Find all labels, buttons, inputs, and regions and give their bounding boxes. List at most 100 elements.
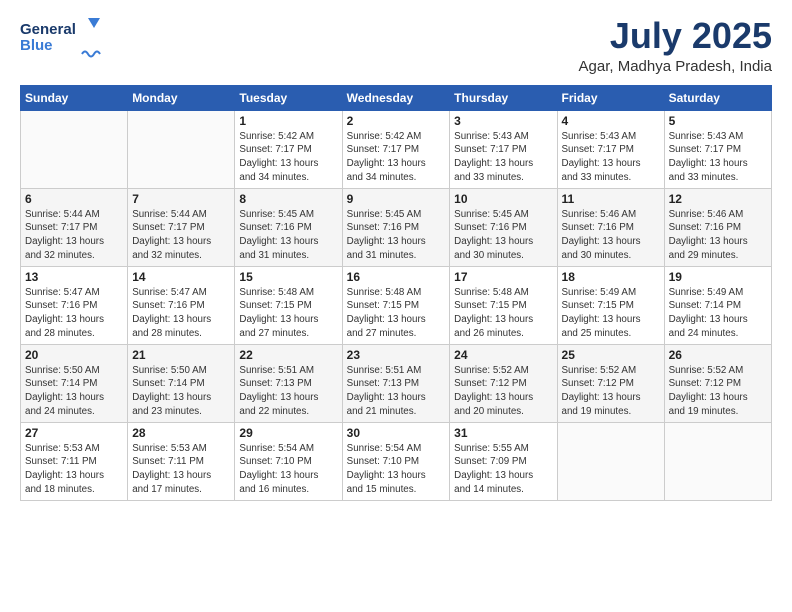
day-number: 27 xyxy=(25,426,123,440)
calendar-cell xyxy=(664,422,771,500)
calendar-cell: 17Sunrise: 5:48 AM Sunset: 7:15 PM Dayli… xyxy=(450,266,557,344)
day-number: 28 xyxy=(132,426,230,440)
day-info: Sunrise: 5:45 AM Sunset: 7:16 PM Dayligh… xyxy=(239,208,337,263)
day-info: Sunrise: 5:52 AM Sunset: 7:12 PM Dayligh… xyxy=(454,364,552,419)
day-info: Sunrise: 5:51 AM Sunset: 7:13 PM Dayligh… xyxy=(347,364,446,419)
day-info: Sunrise: 5:45 AM Sunset: 7:16 PM Dayligh… xyxy=(347,208,446,263)
title-section: July 2025 Agar, Madhya Pradesh, India xyxy=(579,16,772,75)
day-info: Sunrise: 5:45 AM Sunset: 7:16 PM Dayligh… xyxy=(454,208,552,263)
calendar-cell: 11 Sunrise: 5:46 AM Sunset: 7:16 PM Dayli… xyxy=(557,188,664,266)
location: Agar, Madhya Pradesh, India xyxy=(579,58,772,75)
day-number: 31 xyxy=(454,426,552,440)
calendar-cell: 31 Sunrise: 5:55 AM Sunset: 7:09 PM Dayli… xyxy=(450,422,557,500)
day-info: Sunrise: 5:46 AM Sunset: 7:16 PM Dayligh… xyxy=(562,208,660,263)
day-info: Sunrise: 5:42 AM Sunset: 7:17 PM Dayligh… xyxy=(239,130,337,185)
calendar-cell: 4 Sunrise: 5:43 AM Sunset: 7:17 PM Daylig… xyxy=(557,110,664,188)
day-info: Sunrise: 5:54 AM Sunset: 7:10 PM Dayligh… xyxy=(347,442,446,497)
day-info: Sunrise: 5:48 AM Sunset: 7:15 PM Dayligh… xyxy=(347,286,446,341)
day-info: Sunrise: 5:43 AM Sunset: 7:17 PM Dayligh… xyxy=(669,130,767,185)
day-info: Sunrise: 5:53 AM Sunset: 7:11 PM Dayligh… xyxy=(132,442,230,497)
calendar-cell: 9 Sunrise: 5:45 AM Sunset: 7:16 PM Daylig… xyxy=(342,188,450,266)
calendar-cell: 5 Sunrise: 5:43 AM Sunset: 7:17 PM Daylig… xyxy=(664,110,771,188)
calendar-cell: 1 Sunrise: 5:42 AM Sunset: 7:17 PM Daylig… xyxy=(235,110,342,188)
calendar-cell: 7Sunrise: 5:44 AM Sunset: 7:17 PM Daylig… xyxy=(128,188,235,266)
day-number: 2 xyxy=(347,114,446,128)
day-number: 6 xyxy=(25,192,123,206)
calendar-cell: 10Sunrise: 5:45 AM Sunset: 7:16 PM Dayli… xyxy=(450,188,557,266)
col-friday: Friday xyxy=(557,85,664,110)
col-sunday: Sunday xyxy=(21,85,128,110)
day-number: 8 xyxy=(239,192,337,206)
day-number: 22 xyxy=(239,348,337,362)
day-info: Sunrise: 5:52 AM Sunset: 7:12 PM Dayligh… xyxy=(669,364,767,419)
day-number: 16 xyxy=(347,270,446,284)
calendar-cell: 15 Sunrise: 5:48 AM Sunset: 7:15 PM Dayli… xyxy=(235,266,342,344)
day-info: Sunrise: 5:52 AM Sunset: 7:12 PM Dayligh… xyxy=(562,364,660,419)
svg-text:General: General xyxy=(20,21,76,38)
day-info: Sunrise: 5:49 AM Sunset: 7:14 PM Dayligh… xyxy=(669,286,767,341)
calendar-cell: 18 Sunrise: 5:49 AM Sunset: 7:15 PM Dayli… xyxy=(557,266,664,344)
calendar-week-row: 1 Sunrise: 5:42 AM Sunset: 7:17 PM Daylig… xyxy=(21,110,772,188)
calendar-cell xyxy=(557,422,664,500)
day-number: 1 xyxy=(239,114,337,128)
day-number: 9 xyxy=(347,192,446,206)
calendar-cell xyxy=(21,110,128,188)
day-number: 23 xyxy=(347,348,446,362)
day-number: 15 xyxy=(239,270,337,284)
calendar-cell: 3 Sunrise: 5:43 AM Sunset: 7:17 PM Daylig… xyxy=(450,110,557,188)
day-info: Sunrise: 5:43 AM Sunset: 7:17 PM Dayligh… xyxy=(562,130,660,185)
col-tuesday: Tuesday xyxy=(235,85,342,110)
day-number: 11 xyxy=(562,192,660,206)
logo-svg: General Blue xyxy=(20,16,110,58)
day-info: Sunrise: 5:43 AM Sunset: 7:17 PM Dayligh… xyxy=(454,130,552,185)
day-number: 25 xyxy=(562,348,660,362)
day-number: 21 xyxy=(132,348,230,362)
day-info: Sunrise: 5:44 AM Sunset: 7:17 PM Dayligh… xyxy=(132,208,230,263)
day-number: 18 xyxy=(562,270,660,284)
calendar-cell xyxy=(128,110,235,188)
day-number: 13 xyxy=(25,270,123,284)
calendar-cell: 22 Sunrise: 5:51 AM Sunset: 7:13 PM Dayli… xyxy=(235,344,342,422)
col-wednesday: Wednesday xyxy=(342,85,450,110)
day-info: Sunrise: 5:44 AM Sunset: 7:17 PM Dayligh… xyxy=(25,208,123,263)
col-saturday: Saturday xyxy=(664,85,771,110)
day-number: 3 xyxy=(454,114,552,128)
calendar-header-row: Sunday Monday Tuesday Wednesday Thursday… xyxy=(21,85,772,110)
logo: General Blue xyxy=(20,16,110,58)
calendar-cell: 26 Sunrise: 5:52 AM Sunset: 7:12 PM Dayli… xyxy=(664,344,771,422)
calendar-cell: 16 Sunrise: 5:48 AM Sunset: 7:15 PM Dayli… xyxy=(342,266,450,344)
day-number: 17 xyxy=(454,270,552,284)
calendar-cell: 13Sunrise: 5:47 AM Sunset: 7:16 PM Dayli… xyxy=(21,266,128,344)
day-number: 5 xyxy=(669,114,767,128)
calendar-table: Sunday Monday Tuesday Wednesday Thursday… xyxy=(20,85,772,501)
calendar-cell: 29 Sunrise: 5:54 AM Sunset: 7:10 PM Dayli… xyxy=(235,422,342,500)
day-number: 4 xyxy=(562,114,660,128)
calendar-cell: 6 Sunrise: 5:44 AM Sunset: 7:17 PM Daylig… xyxy=(21,188,128,266)
day-number: 24 xyxy=(454,348,552,362)
calendar-week-row: 6 Sunrise: 5:44 AM Sunset: 7:17 PM Daylig… xyxy=(21,188,772,266)
calendar-cell: 23 Sunrise: 5:51 AM Sunset: 7:13 PM Dayli… xyxy=(342,344,450,422)
day-info: Sunrise: 5:49 AM Sunset: 7:15 PM Dayligh… xyxy=(562,286,660,341)
month-title: July 2025 xyxy=(579,16,772,56)
day-info: Sunrise: 5:55 AM Sunset: 7:09 PM Dayligh… xyxy=(454,442,552,497)
col-thursday: Thursday xyxy=(450,85,557,110)
calendar-cell: 28 Sunrise: 5:53 AM Sunset: 7:11 PM Dayli… xyxy=(128,422,235,500)
day-info: Sunrise: 5:51 AM Sunset: 7:13 PM Dayligh… xyxy=(239,364,337,419)
calendar-week-row: 13 Sunrise: 5:47 AM Sunset: 7:16 PM Dayli… xyxy=(21,266,772,344)
day-number: 19 xyxy=(669,270,767,284)
svg-text:Blue: Blue xyxy=(20,37,53,54)
calendar-cell: 21Sunrise: 5:50 AM Sunset: 7:14 PM Dayli… xyxy=(128,344,235,422)
day-number: 20 xyxy=(25,348,123,362)
calendar-cell: 20Sunrise: 5:50 AM Sunset: 7:14 PM Dayli… xyxy=(21,344,128,422)
day-info: Sunrise: 5:48 AM Sunset: 7:15 PM Dayligh… xyxy=(239,286,337,341)
day-info: Sunrise: 5:47 AM Sunset: 7:16 PM Dayligh… xyxy=(132,286,230,341)
calendar-cell: 2Sunrise: 5:42 AM Sunset: 7:17 PM Daylig… xyxy=(342,110,450,188)
day-number: 26 xyxy=(669,348,767,362)
day-info: Sunrise: 5:54 AM Sunset: 7:10 PM Dayligh… xyxy=(239,442,337,497)
calendar-week-row: 20Sunrise: 5:50 AM Sunset: 7:14 PM Dayli… xyxy=(21,344,772,422)
day-number: 29 xyxy=(239,426,337,440)
calendar-cell: 30Sunrise: 5:54 AM Sunset: 7:10 PM Dayli… xyxy=(342,422,450,500)
calendar-cell: 14Sunrise: 5:47 AM Sunset: 7:16 PM Dayli… xyxy=(128,266,235,344)
col-monday: Monday xyxy=(128,85,235,110)
calendar-cell: 12Sunrise: 5:46 AM Sunset: 7:16 PM Dayli… xyxy=(664,188,771,266)
